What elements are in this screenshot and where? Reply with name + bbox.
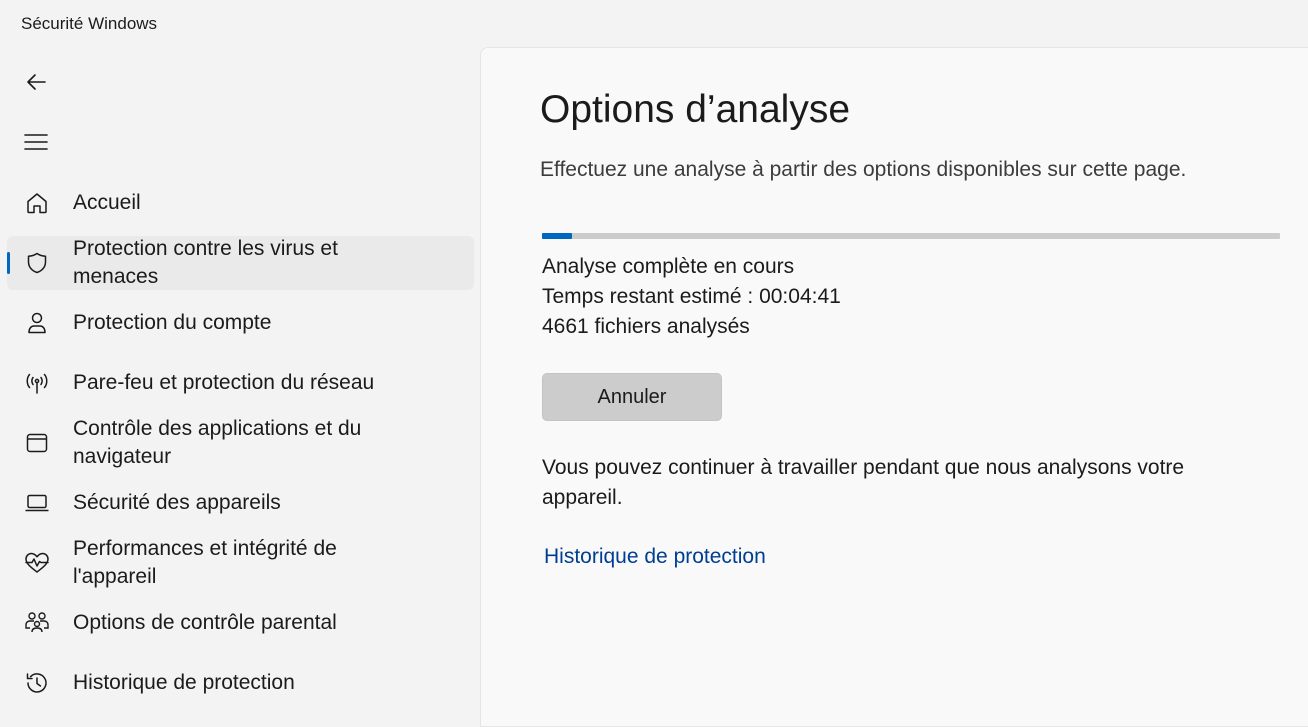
- sidebar-item-protection-history[interactable]: Historique de protection: [7, 656, 474, 710]
- scan-files-count: 4661 fichiers analysés: [542, 315, 750, 338]
- wireless-antenna-icon: [24, 370, 50, 396]
- app-title: Sécurité Windows: [21, 14, 158, 33]
- sidebar-item-app-browser-control[interactable]: Contrôle des applications et du navigate…: [7, 416, 474, 470]
- sidebar-item-firewall[interactable]: Pare-feu et protection du réseau: [7, 356, 474, 410]
- family-icon: [24, 610, 50, 636]
- sidebar-item-virus-protection[interactable]: Protection contre les virus et menaces: [7, 236, 474, 290]
- menu-button[interactable]: [18, 126, 54, 162]
- sidebar-item-device-security[interactable]: Sécurité des appareils: [7, 476, 474, 530]
- sidebar-item-device-performance[interactable]: Performances et intégrité de l'appareil: [7, 536, 474, 590]
- heart-pulse-icon: [24, 550, 50, 576]
- sidebar-item-label: Performances et intégrité de l'appareil: [73, 537, 337, 588]
- scan-progress-fill: [542, 233, 572, 239]
- protection-history-link[interactable]: Historique de protection: [544, 545, 766, 569]
- page-title: Options d’analyse: [540, 88, 851, 131]
- cancel-button[interactable]: Annuler: [542, 373, 722, 421]
- person-icon: [24, 310, 50, 336]
- shield-icon: [24, 250, 50, 276]
- app-window-icon: [24, 430, 50, 456]
- sidebar-item-label: Options de contrôle parental: [73, 611, 337, 634]
- history-icon: [24, 670, 50, 696]
- sidebar-item-label: Accueil: [73, 191, 141, 214]
- scan-progress-bar: [542, 233, 1280, 239]
- page-subtitle: Effectuez une analyse à partir des optio…: [540, 158, 1187, 181]
- main-content: Options d’analyse Effectuez une analyse …: [480, 47, 1308, 727]
- scan-time-remaining: Temps restant estimé : 00:04:41: [542, 285, 841, 308]
- sidebar-item-family-options[interactable]: Options de contrôle parental: [7, 596, 474, 650]
- home-icon: [24, 190, 50, 216]
- sidebar-item-home[interactable]: Accueil: [7, 176, 474, 230]
- sidebar-item-label: Protection du compte: [73, 311, 272, 334]
- active-indicator: [7, 252, 10, 274]
- sidebar-item-account-protection[interactable]: Protection du compte: [7, 296, 474, 350]
- sidebar-item-label: Contrôle des applications et du navigate…: [73, 417, 362, 468]
- back-arrow-icon: [25, 71, 47, 98]
- sidebar-item-label: Historique de protection: [73, 671, 295, 694]
- sidebar-item-label: Sécurité des appareils: [73, 491, 281, 514]
- sidebar-nav: Accueil Protection contre les virus et m…: [7, 176, 474, 716]
- hamburger-menu-icon: [24, 132, 48, 157]
- info-text: Vous pouvez continuer à travailler penda…: [542, 456, 1185, 509]
- sidebar-item-label: Protection contre les virus et menaces: [73, 237, 338, 288]
- scan-status: Analyse complète en cours: [542, 255, 795, 278]
- sidebar-item-label: Pare-feu et protection du réseau: [73, 371, 375, 394]
- back-button[interactable]: [18, 66, 54, 102]
- laptop-icon: [24, 490, 50, 516]
